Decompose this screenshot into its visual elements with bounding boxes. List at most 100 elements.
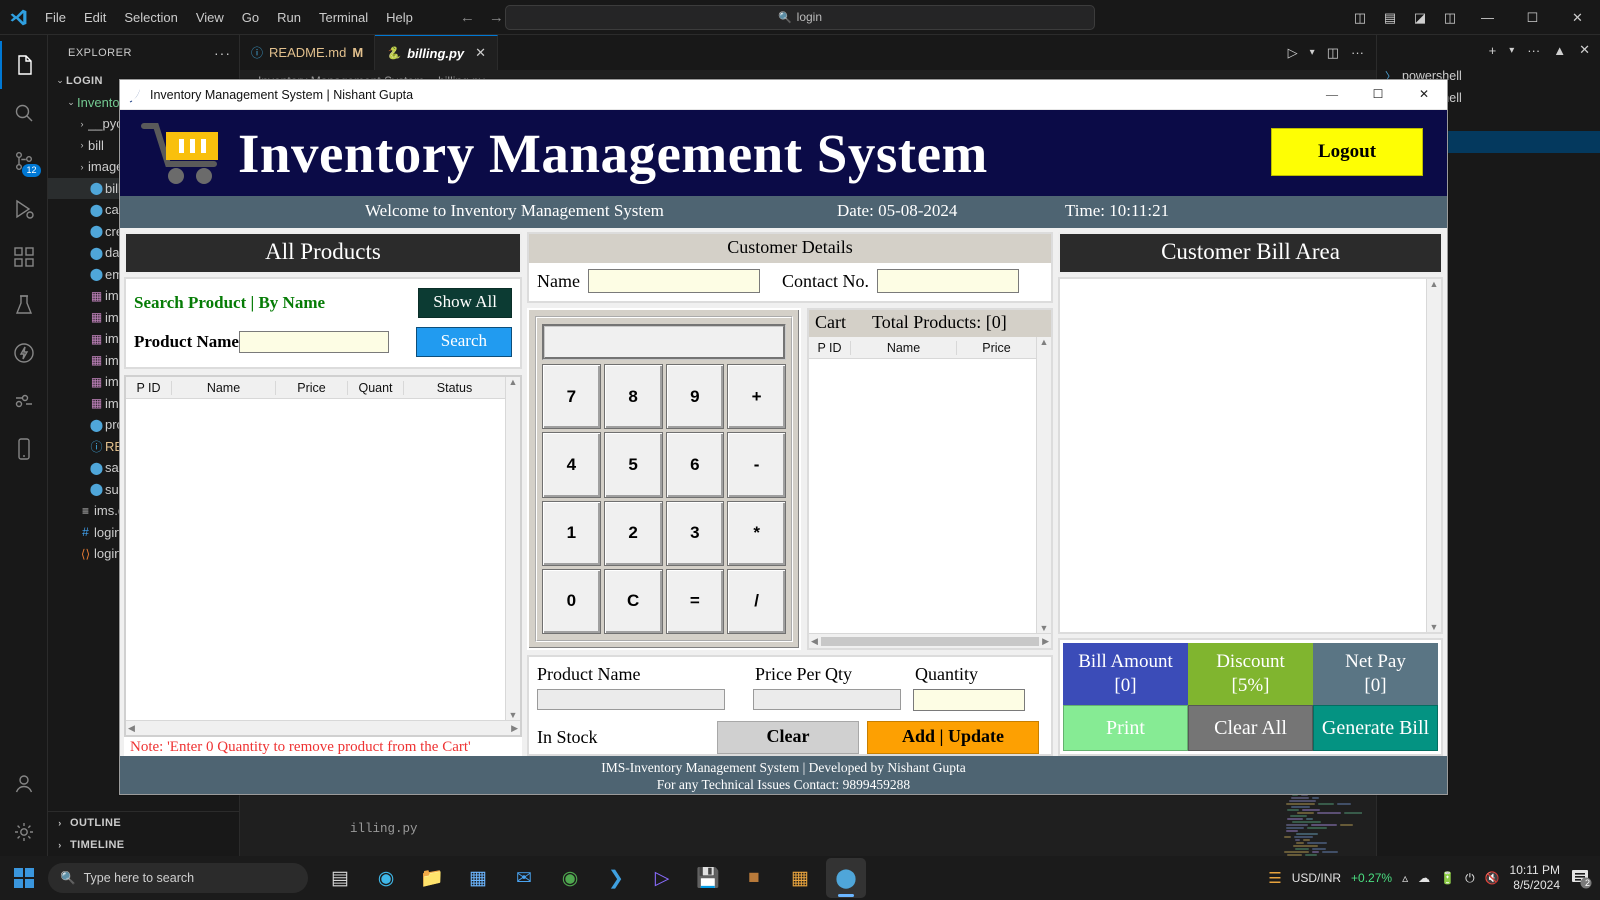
close-panel-icon[interactable]: ✕ [1579, 42, 1590, 58]
th-pid[interactable]: P ID [126, 380, 172, 395]
scroll-down-icon[interactable]: ▼ [509, 710, 518, 720]
calculator-display[interactable] [542, 324, 786, 360]
layout-grid-icon[interactable]: ◫ [1435, 10, 1465, 26]
editor-more-actions-icon[interactable]: ··· [1351, 45, 1364, 60]
tab-billing-py[interactable]: 🐍 billing.py ✕ [375, 35, 499, 70]
cart-horizontal-scrollbar[interactable]: ◀ ▶ [809, 633, 1051, 648]
app-minimize-button[interactable]: — [1309, 80, 1355, 110]
activitybar-thunder-client-icon[interactable] [0, 329, 48, 377]
media-player-icon[interactable]: ▷ [642, 858, 682, 898]
panel-more-actions-icon[interactable]: ··· [1527, 43, 1540, 58]
chevron-icon[interactable]: ⌄ [54, 75, 66, 86]
menu-run[interactable]: Run [268, 6, 310, 29]
activitybar-remote-explorer-icon[interactable] [0, 377, 48, 425]
vscode-close-button[interactable]: ✕ [1555, 0, 1600, 35]
chevron-icon[interactable]: › [76, 162, 88, 172]
stocks-label[interactable]: USD/INR [1292, 871, 1341, 885]
chevron-down-icon[interactable]: ▾ [1310, 47, 1315, 58]
scroll-up-icon[interactable]: ▲ [1040, 337, 1049, 347]
store-icon[interactable]: ▦ [458, 858, 498, 898]
logout-button[interactable]: Logout [1271, 128, 1423, 176]
print-button[interactable]: Print [1063, 705, 1188, 751]
customer-contact-input[interactable] [876, 269, 1019, 293]
products-horizontal-scrollbar[interactable]: ◀ ▶ [126, 720, 520, 735]
calc-key-C[interactable]: C [603, 568, 663, 634]
scroll-up-icon[interactable]: ▲ [509, 377, 518, 387]
split-editor-icon[interactable]: ◫ [1327, 45, 1339, 61]
python-app-icon[interactable]: ⬤ [826, 858, 866, 898]
command-center[interactable]: 🔍 login [505, 4, 1095, 30]
taskbar-app-icons[interactable]: ▤ ◉ 📁 ▦ ✉ ◉ ❯ ▷ 💾 ■ ▦ ⬤ [320, 858, 866, 898]
calc-key-+[interactable]: + [727, 364, 786, 430]
calc-key-6[interactable]: 6 [665, 432, 725, 498]
taskbar-search-input[interactable]: 🔍 Type here to search [48, 863, 308, 893]
calc-key-1[interactable]: 1 [542, 500, 601, 566]
stocks-icon[interactable]: ☰ [1268, 869, 1281, 887]
chrome-icon[interactable]: ◉ [550, 858, 590, 898]
scroll-down-icon[interactable]: ▼ [1040, 623, 1049, 633]
panel-right-icon[interactable]: ◪ [1405, 10, 1435, 26]
menu-terminal[interactable]: Terminal [310, 6, 377, 29]
box-icon[interactable]: ■ [734, 858, 774, 898]
tab-close-icon[interactable]: ✕ [475, 45, 486, 61]
calculator-keypad[interactable]: 7 8 9 +4 5 6- 1 2 3 * 0 C = / [542, 364, 786, 634]
wifi-icon[interactable]: ⏻ [1465, 871, 1475, 886]
mysql-icon[interactable]: 💾 [688, 858, 728, 898]
entry-price-input[interactable] [753, 689, 901, 710]
mail-icon[interactable]: ✉ [504, 858, 544, 898]
chevron-down-icon[interactable]: ▾ [1509, 45, 1514, 56]
customer-name-input[interactable] [587, 269, 760, 293]
vscode-icon[interactable]: ❯ [596, 858, 636, 898]
vscode-maximize-button[interactable]: ☐ [1510, 0, 1555, 35]
calc-key--[interactable]: - [727, 432, 786, 498]
show-all-button[interactable]: Show All [418, 288, 512, 318]
menu-edit[interactable]: Edit [75, 6, 115, 29]
product-name-search-input[interactable] [238, 331, 389, 353]
calc-key-7[interactable]: 7 [542, 364, 601, 430]
activitybar-account-icon[interactable] [0, 760, 48, 808]
search-button[interactable]: Search [415, 327, 512, 357]
th-cart-name[interactable]: Name [851, 340, 957, 355]
chevron-up-icon[interactable]: ▵ [1402, 871, 1408, 885]
battery-icon[interactable]: 🔋 [1440, 871, 1455, 885]
entry-product-name-input[interactable] [537, 689, 725, 710]
panel-left-icon[interactable]: ◫ [1345, 10, 1375, 26]
app-close-button[interactable]: ✕ [1401, 80, 1447, 110]
bill-content[interactable] [1060, 279, 1426, 632]
activitybar-run-debug-icon[interactable] [0, 185, 48, 233]
chevron-icon[interactable]: ⌄ [65, 97, 77, 108]
th-cart-pid[interactable]: P ID [809, 340, 851, 355]
maximize-panel-icon[interactable]: ▲ [1553, 43, 1566, 58]
scroll-right-icon[interactable]: ▶ [511, 723, 518, 734]
windows-start-icon[interactable] [0, 868, 48, 888]
scroll-down-icon[interactable]: ▼ [1430, 622, 1439, 632]
outline-section[interactable]: › OUTLINE [48, 812, 239, 834]
cart-hscroll-thumb[interactable] [820, 636, 1040, 646]
timeline-section[interactable]: › TIMELINE [48, 834, 239, 856]
panel-bottom-icon[interactable]: ▤ [1375, 10, 1405, 26]
edge-icon[interactable]: ◉ [366, 858, 406, 898]
cart-vertical-scrollbar[interactable]: ▲ ▼ [1036, 337, 1051, 633]
calc-key-5[interactable]: 5 [603, 432, 663, 498]
bill-text-area[interactable]: ▲ ▼ [1058, 277, 1443, 634]
menu-file[interactable]: File [36, 6, 75, 29]
clear-button[interactable]: Clear [717, 721, 859, 754]
nav-forward-icon[interactable]: → [489, 9, 504, 26]
scroll-right-icon[interactable]: ▶ [1042, 636, 1049, 647]
app-maximize-button[interactable]: ☐ [1355, 80, 1401, 110]
menu-help[interactable]: Help [377, 6, 422, 29]
scroll-left-icon[interactable]: ◀ [811, 636, 818, 647]
activitybar-extensions-icon[interactable] [0, 233, 48, 281]
entry-quantity-input[interactable] [913, 689, 1025, 711]
menu-selection[interactable]: Selection [115, 6, 186, 29]
add-terminal-icon[interactable]: + [1489, 43, 1497, 58]
th-cart-price[interactable]: Price [957, 341, 1036, 355]
calc-key-0[interactable]: 0 [542, 568, 601, 634]
activitybar-search-icon[interactable] [0, 89, 48, 137]
calc-key-4[interactable]: 4 [542, 432, 601, 498]
bill-actions-row[interactable]: Print Clear All Generate Bill [1063, 705, 1438, 751]
activitybar-settings-gear-icon[interactable] [0, 808, 48, 856]
calc-key-=[interactable]: = [665, 568, 725, 634]
scroll-up-icon[interactable]: ▲ [1430, 279, 1439, 289]
run-python-icon[interactable]: ▷ [1288, 45, 1298, 61]
